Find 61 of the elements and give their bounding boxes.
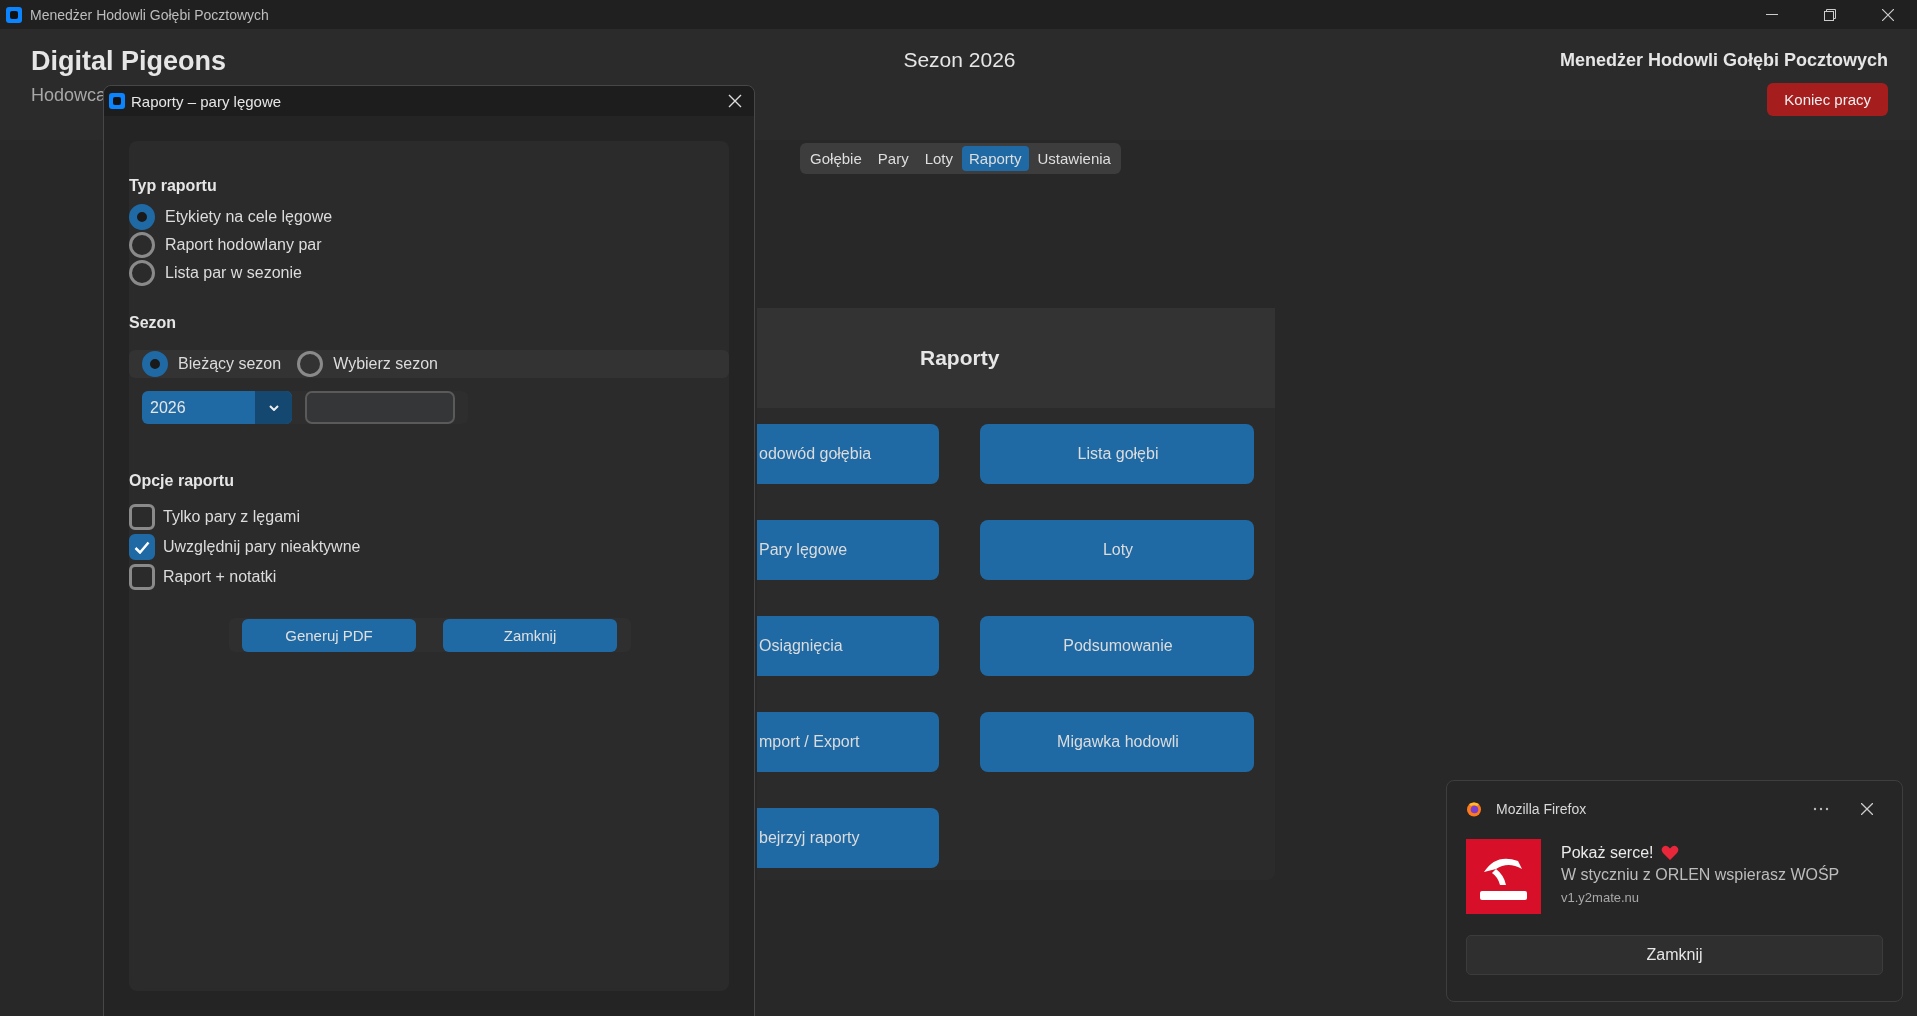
radio-button[interactable] (129, 260, 155, 286)
radio-button[interactable] (142, 351, 168, 377)
nav-tab[interactable]: Pary (870, 146, 916, 171)
radio-button[interactable] (129, 232, 155, 258)
report-button[interactable]: Loty (980, 520, 1254, 580)
report-button[interactable]: Migawka hodowli (980, 712, 1254, 772)
heart-icon (1661, 845, 1680, 861)
card-title: Raporty (920, 346, 1000, 370)
close-icon[interactable] (1882, 8, 1894, 21)
app-icon (6, 6, 22, 23)
radio-button[interactable] (129, 204, 155, 230)
checkbox-label: Raport + notatki (163, 568, 277, 586)
user-role: Hodowca (31, 85, 107, 106)
nav-tab[interactable]: Ustawienia (1030, 146, 1118, 171)
report-button[interactable]: Lista gołębi (980, 424, 1254, 484)
notification-source: v1.y2mate.nu (1561, 890, 1641, 905)
more-icon[interactable] (1813, 807, 1829, 811)
app-icon (109, 93, 125, 109)
app-name: Digital Pigeons (31, 46, 227, 77)
radio-label: Raport hodowlany par (165, 236, 322, 254)
season-input[interactable] (305, 391, 455, 424)
notification-message: W styczniu z ORLEN wspierasz WOŚP (1561, 866, 1840, 884)
report-button[interactable]: Osiągnięcia (757, 616, 939, 676)
restore-icon[interactable] (1824, 8, 1836, 21)
dismiss-button[interactable]: Zamknij (1466, 935, 1883, 975)
checkbox-label: Uwzględnij pary nieaktywne (163, 538, 361, 556)
nav-tab[interactable]: Raporty (962, 146, 1029, 171)
check-icon (134, 540, 150, 554)
radio-label: Etykiety na cele lęgowe (165, 208, 333, 226)
report-button[interactable]: Pary lęgowe (757, 520, 939, 580)
radio-label: Lista par w sezonie (165, 264, 302, 282)
radio-button[interactable] (297, 351, 324, 377)
notification-title: Pokaż serce! (1561, 844, 1654, 862)
report-button[interactable]: Podsumowanie (980, 616, 1254, 676)
nav-tab[interactable]: Gołębie (803, 146, 869, 171)
radio-label: Wybierz sezon (333, 355, 438, 373)
app-title: Menedżer Hodowli Gołębi Pocztowych (1559, 50, 1888, 71)
chevron-down-icon (268, 404, 279, 411)
checkbox[interactable] (129, 534, 155, 560)
section-heading: Sezon (129, 314, 178, 332)
report-button[interactable]: bejrzyj raporty (757, 808, 939, 868)
checkbox[interactable] (129, 504, 155, 530)
dialog-button[interactable]: Generuj PDF (242, 618, 416, 652)
checkbox-label: Tylko pary z lęgami (163, 508, 300, 526)
year-dropdown[interactable]: 2026 (142, 391, 292, 424)
report-button[interactable]: odowód gołębia (757, 424, 939, 484)
section-heading: Opcje raportu (129, 472, 235, 490)
close-icon[interactable] (1861, 803, 1873, 815)
radio-label: Bieżący sezon (178, 355, 282, 373)
notification-app-name: Mozilla Firefox (1496, 801, 1588, 817)
close-icon[interactable] (728, 94, 742, 108)
nav-tab[interactable]: Loty (917, 146, 960, 171)
season-label: Sezon 2026 (903, 47, 1016, 73)
logout-button[interactable]: Koniec pracy (1767, 83, 1888, 116)
section-heading: Typ raportu (129, 177, 218, 195)
dialog-button[interactable]: Zamknij (443, 618, 617, 652)
dialog-title: Raporty – pary lęgowe (131, 92, 283, 110)
report-button[interactable]: mport / Export (757, 712, 939, 772)
browser-icon (1466, 801, 1482, 817)
window-title: Menedżer Hodowli Gołębi Pocztowych (30, 6, 270, 23)
checkbox[interactable] (129, 564, 155, 590)
